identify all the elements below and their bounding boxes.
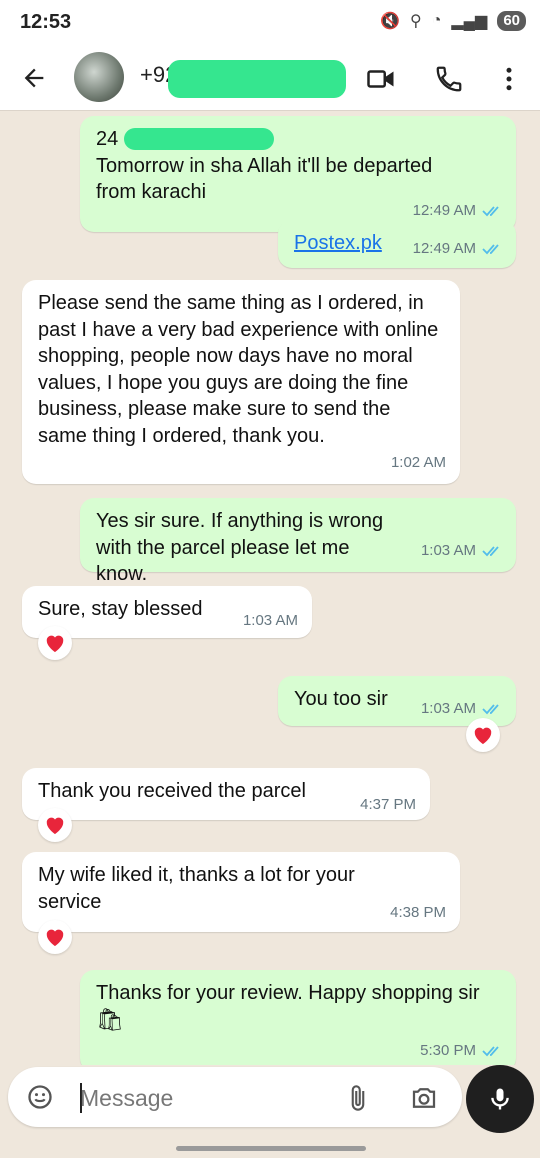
camera-icon[interactable] [408,1083,440,1113]
time-label: 1:03 AM [420,699,476,717]
message-time: 1:02 AM [391,450,446,477]
status-bar: 12:53 🔇 ⚲ ◔ ▂▄▆ 60 [0,0,540,46]
time-label: 1:03 AM [242,611,298,629]
message-outgoing[interactable]: Thanks for your review. Happy shopping s… [80,970,516,1065]
mute-icon: 🔇 [380,13,400,30]
message-incoming[interactable]: Please send the same thing as I ordered,… [22,280,460,484]
message-time: 1:03 AM [243,608,298,635]
time-label: 4:38 PM [390,903,446,921]
message-incoming[interactable]: My wife liked it, thanks a lot for your … [22,852,460,932]
time-label: 5:30 PM [420,1041,476,1059]
message-text: My wife liked it, thanks a lot for your … [38,864,355,913]
message-outgoing[interactable]: Yes sir sure. If anything is wrong with … [80,498,516,585]
attach-icon[interactable] [344,1083,372,1113]
shopping-bag-icon: 🛍 [96,1006,124,1032]
message-time: 12:49 AM [413,236,502,263]
message-time: 5:30 PM [420,1038,502,1065]
message-list[interactable]: 24 Tomorrow in sha Allah it'll be depart… [0,110,540,1065]
navigation-handle[interactable] [176,1146,366,1151]
status-icons: 🔇 ⚲ ◔ ▂▄▆ 60 [380,11,526,31]
message-time: 1:03 AM [421,538,502,565]
message-incoming[interactable]: Thank you received the parcel 4:37 PM [22,768,430,820]
wifi-icon: ◔ [431,12,442,29]
emoji-icon[interactable] [26,1083,54,1111]
message-text: Yes sir sure. If anything is wrong with … [96,510,384,585]
message-input-placeholder[interactable]: Message [80,1085,173,1112]
message-text: Thank you received the parcel [38,780,306,802]
reaction-badge[interactable] [38,808,72,842]
video-call-icon[interactable] [366,64,396,94]
time-label: 4:37 PM [360,795,416,813]
read-receipt-icon [482,244,499,255]
message-line: Tomorrow in sha Allah it'll be departed [96,154,433,177]
time-label: 1:03 AM [420,541,476,559]
message-outgoing[interactable]: 24 Tomorrow in sha Allah it'll be depart… [80,116,516,232]
voice-call-icon[interactable] [434,64,464,94]
voice-message-button[interactable] [466,1065,534,1133]
message-time: 4:38 PM [390,900,446,927]
heart-icon [46,929,64,947]
more-options-icon[interactable] [494,64,524,94]
composer: Message [0,1065,540,1158]
read-receipt-icon [482,546,499,557]
read-receipt-icon [482,206,499,217]
heart-icon [46,817,64,835]
read-receipt-icon [482,1046,499,1057]
microphone-icon [491,1088,509,1110]
redaction-mark [124,128,274,150]
message-time: 4:37 PM [360,792,416,819]
location-icon: ⚲ [409,13,422,30]
heart-icon [46,635,64,653]
message-outgoing[interactable]: Postex.pk 12:49 AM [278,220,516,268]
time-label: 12:49 AM [412,239,476,257]
status-time: 12:53 [20,11,72,33]
reaction-badge[interactable] [466,718,500,752]
contact-avatar[interactable] [74,52,124,102]
heart-icon [474,727,492,745]
back-arrow-icon[interactable] [20,64,48,92]
reaction-badge[interactable] [38,920,72,954]
message-text: Thanks for your review. Happy shopping s… [96,982,480,1004]
reaction-badge[interactable] [38,626,72,660]
signal-icon: ▂▄▆ [451,13,488,30]
redaction-mark [168,60,346,98]
time-label: 1:02 AM [390,453,446,471]
battery-level: 60 [497,11,526,31]
message-text: Please send the same thing as I ordered,… [38,292,439,447]
read-receipt-icon [482,704,499,715]
message-input-box[interactable]: Message [8,1067,462,1127]
message-time: 1:03 AM [421,696,502,723]
message-link[interactable]: Postex.pk [294,232,382,254]
chat-header: +92 [0,46,540,110]
